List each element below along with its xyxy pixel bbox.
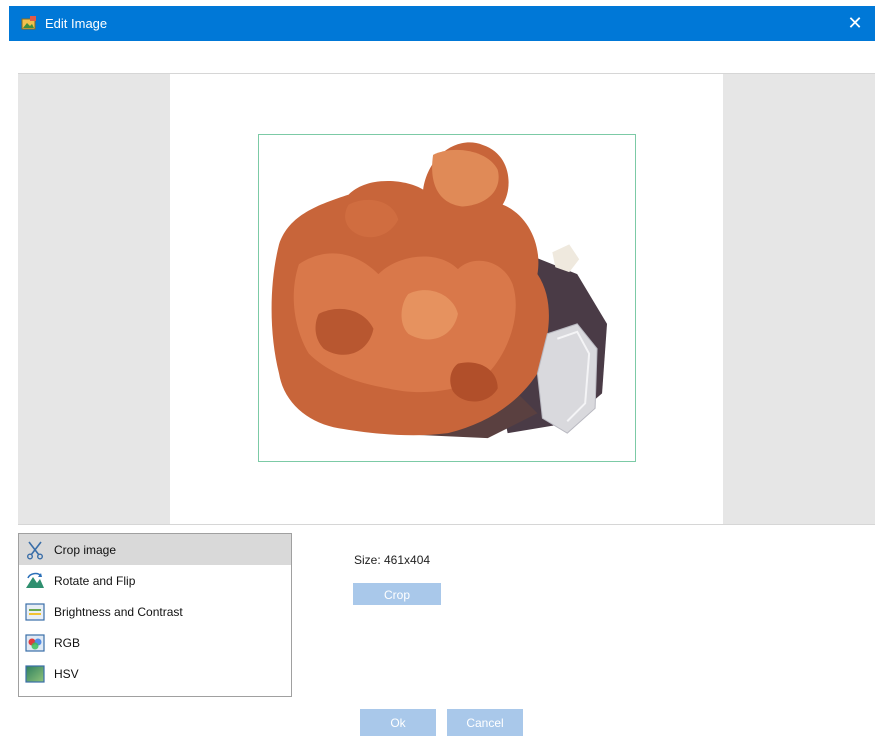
image-preview-area xyxy=(18,73,875,525)
image-size-label: Size: 461x404 xyxy=(354,553,431,567)
scissors-icon xyxy=(27,541,43,559)
tool-label: Brightness and Contrast xyxy=(54,604,183,619)
edit-tools-list: Crop image Rotate and Flip Brightness an… xyxy=(18,533,292,697)
cancel-button[interactable]: Cancel xyxy=(447,709,523,736)
title-bar: Edit Image ✕ xyxy=(9,6,875,41)
tool-brightness-and-contrast[interactable]: Brightness and Contrast xyxy=(19,596,291,627)
tool-label: RGB xyxy=(54,635,81,650)
hsv-icon xyxy=(25,664,45,683)
tool-rotate-and-flip[interactable]: Rotate and Flip xyxy=(19,565,291,596)
crop-selection-frame[interactable] xyxy=(258,134,636,462)
rotate-flip-icon xyxy=(26,572,44,588)
image-canvas xyxy=(170,74,723,524)
brightness-contrast-icon xyxy=(25,602,45,621)
window-title: Edit Image xyxy=(45,16,108,31)
tool-crop-image[interactable]: Crop image xyxy=(19,534,291,565)
tool-label: Rotate and Flip xyxy=(54,573,136,588)
edit-image-app-icon xyxy=(21,16,36,30)
tool-label: Crop image xyxy=(54,542,117,557)
mineral-photo xyxy=(259,135,635,461)
ok-button[interactable]: Ok xyxy=(360,709,436,736)
tool-rgb[interactable]: RGB xyxy=(19,627,291,658)
rgb-icon xyxy=(25,633,45,652)
close-button[interactable]: ✕ xyxy=(835,6,875,41)
tool-hsv[interactable]: HSV xyxy=(19,658,291,689)
crop-button[interactable]: Crop xyxy=(353,583,441,605)
tool-label: HSV xyxy=(54,666,79,681)
